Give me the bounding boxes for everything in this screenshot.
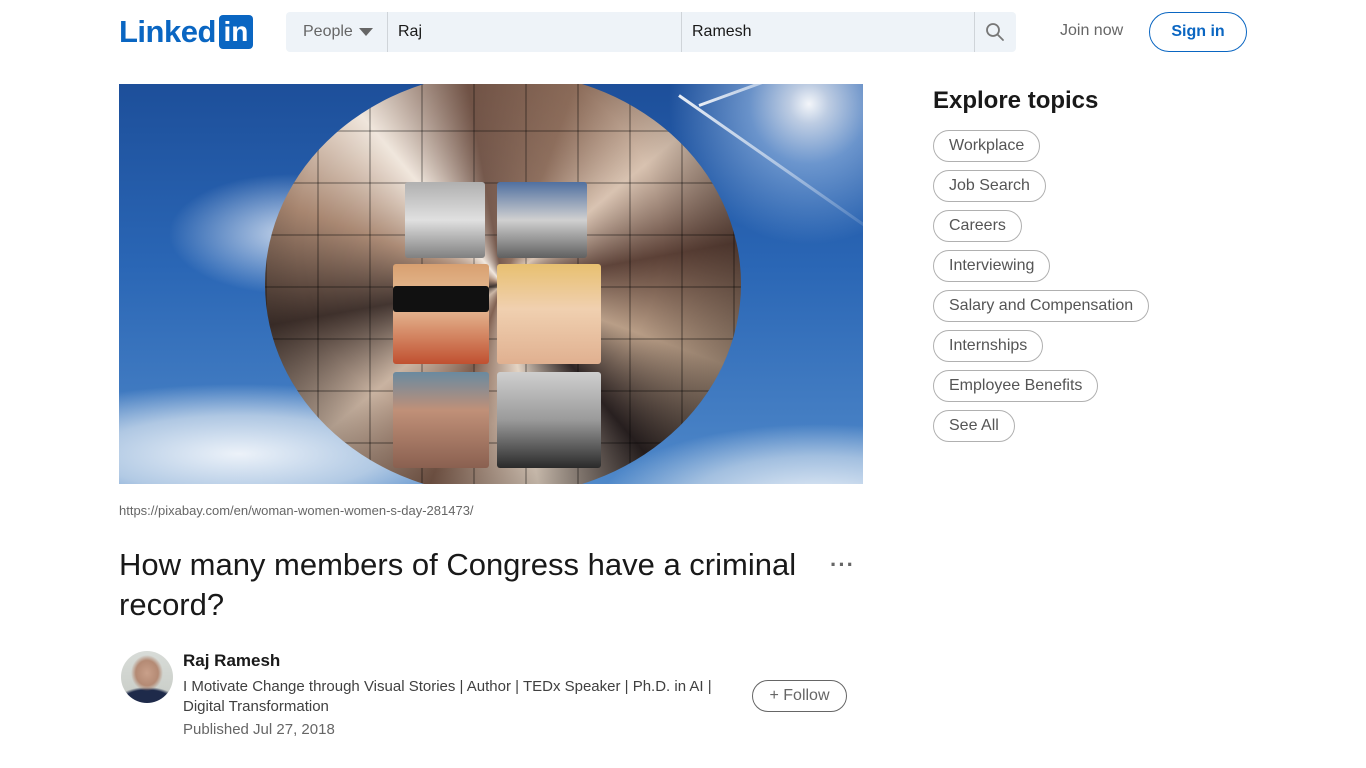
explore-topics-heading: Explore topics [933, 87, 1099, 114]
article-cover-image [119, 84, 863, 484]
last-name-input[interactable] [682, 12, 975, 52]
follow-button[interactable]: + Follow [752, 680, 847, 712]
author-name[interactable]: Raj Ramesh [183, 651, 280, 671]
search-type-label: People [303, 23, 353, 40]
published-date: Published Jul 27, 2018 [183, 721, 335, 738]
logo-wordmark: Linked [119, 14, 216, 49]
search-type-dropdown[interactable]: People [286, 12, 388, 52]
topic-see-all[interactable]: See All [933, 410, 1015, 442]
caret-down-icon [358, 28, 373, 36]
face-tile [497, 182, 587, 258]
face-tile [393, 372, 489, 468]
first-name-input[interactable] [388, 12, 682, 52]
search-button[interactable] [975, 12, 1015, 52]
search-icon [986, 23, 1004, 41]
author-avatar[interactable] [121, 651, 173, 703]
more-options-icon[interactable]: ··· [830, 552, 855, 578]
face-tile [393, 264, 489, 364]
topic-careers[interactable]: Careers [933, 210, 1022, 242]
article-title: How many members of Congress have a crim… [119, 547, 797, 622]
logo-in-box: in [218, 15, 253, 49]
topic-job-search[interactable]: Job Search [933, 170, 1046, 202]
topic-interviewing[interactable]: Interviewing [933, 250, 1051, 282]
topic-internships[interactable]: Internships [933, 330, 1044, 362]
topic-salary-and-compensation[interactable]: Salary and Compensation [933, 290, 1150, 322]
image-source-caption: https://pixabay.com/en/woman-women-women… [119, 503, 474, 518]
topics-list: Workplace Job Search Careers Interviewin… [933, 130, 1150, 450]
face-tile [497, 372, 601, 468]
top-nav: Linked in People Join now Sign in [0, 0, 1366, 64]
mask-tile [393, 286, 489, 312]
people-search-bar: People [286, 12, 1016, 52]
face-tile [497, 264, 601, 364]
author-headline: I Motivate Change through Visual Stories… [183, 678, 712, 715]
sign-in-button[interactable]: Sign in [1149, 12, 1247, 52]
faces-globe-graphic [265, 84, 741, 484]
topic-workplace[interactable]: Workplace [933, 130, 1041, 162]
sun-ray [698, 84, 841, 107]
face-tile [405, 182, 485, 258]
topic-employee-benefits[interactable]: Employee Benefits [933, 370, 1099, 402]
join-now-link[interactable]: Join now [1060, 22, 1123, 40]
linkedin-logo[interactable]: Linked in [119, 15, 253, 49]
